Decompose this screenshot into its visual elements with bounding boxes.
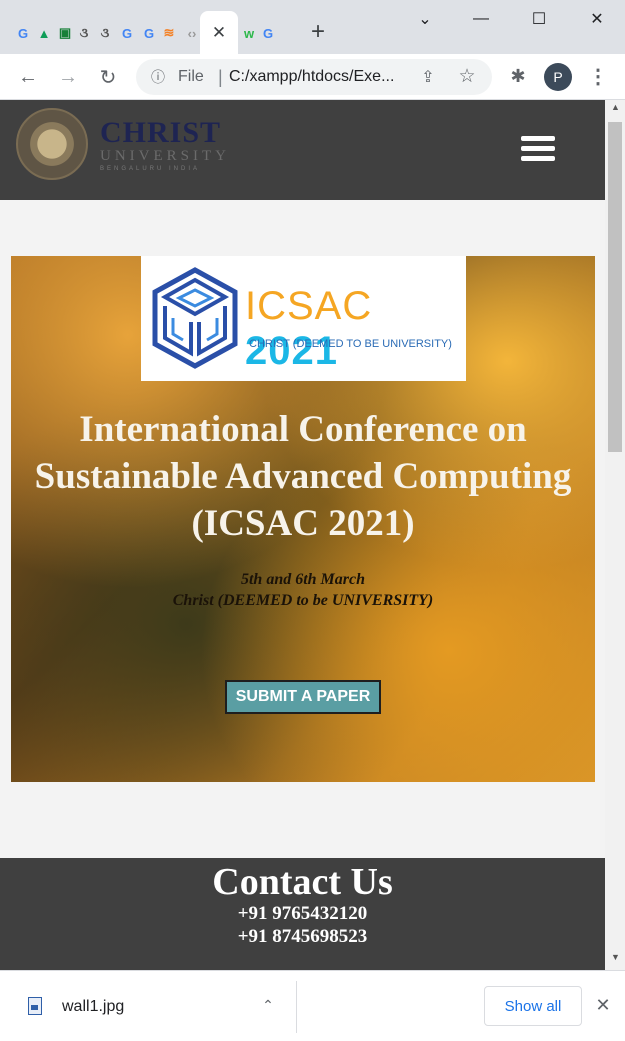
scroll-down-arrow-icon[interactable]: ▼ — [611, 952, 620, 962]
minimize-button[interactable]: — — [459, 4, 503, 34]
maximize-button[interactable]: ☐ — [517, 4, 561, 34]
logo-name: CHRIST — [100, 116, 222, 149]
venue-text: Christ (DEEMED to be UNIVERSITY) — [172, 592, 434, 609]
browser-tab[interactable]: ૩ — [94, 20, 116, 46]
icsac-logo-subtitle: CHRIST (DEEMED TO BE UNIVERSITY) — [249, 338, 452, 350]
browser-tab[interactable]: ≋ — [158, 20, 180, 46]
google-icon: G — [121, 25, 133, 41]
back-button[interactable]: ← — [14, 63, 42, 91]
url-text[interactable]: C:/xampp/htdocs/Exe... — [229, 68, 409, 86]
download-file-name[interactable]: wall1.jpg — [62, 998, 124, 1016]
page-viewport: CHRIST UNIVERSITY BENGALURU INDIA ICSAC … — [0, 100, 625, 970]
active-tab[interactable]: ✕ — [200, 11, 238, 54]
date-text: 5th and 6th March — [240, 571, 366, 588]
address-bar[interactable]: ⓘ File | C:/xampp/htdocs/Exe... ⇪ ☆ — [136, 59, 492, 95]
conference-title: International Conference on Sustainable … — [34, 409, 572, 544]
image-file-icon — [28, 997, 42, 1015]
browser-tab[interactable]: ૩ — [73, 20, 95, 46]
url-scheme-label: File — [178, 68, 204, 85]
scroll-up-arrow-icon[interactable]: ▲ — [611, 102, 620, 112]
contact-phone-2[interactable]: +91 8745698523 — [0, 925, 605, 948]
wave-icon: w — [243, 25, 255, 41]
forward-button[interactable]: → — [54, 63, 82, 91]
share-icon[interactable]: ⇪ — [418, 67, 438, 87]
download-bar: wall1.jpg ⌃ Show all ✕ — [0, 970, 625, 1041]
cube-logo-icon — [152, 267, 238, 369]
browser-tab[interactable]: G — [138, 20, 160, 46]
browser-tab[interactable]: ▲ — [33, 20, 55, 46]
chevron-up-icon[interactable]: ⌃ — [259, 995, 277, 1015]
drive-icon: ▲ — [37, 25, 51, 41]
stackoverflow-icon: ≋ — [163, 25, 175, 40]
icsac-logo-title: ICSAC 2021 — [245, 284, 373, 373]
close-icon[interactable]: ✕ — [212, 23, 226, 43]
tab-strip: G ▲ ▣ ૩ ૩ G G ≋ ‹› ✕ wG + ⌄ — ☐ ✕ — [0, 0, 625, 54]
google-icon: G — [262, 25, 274, 41]
copilot-icon: ૩ — [100, 25, 110, 40]
close-window-button[interactable]: ✕ — [575, 4, 619, 34]
submit-paper-button[interactable]: SUBMIT A PAPER — [225, 680, 381, 714]
copilot-icon: ૩ — [79, 25, 89, 40]
google-icon: G — [17, 25, 29, 41]
scroll-thumb[interactable] — [608, 122, 622, 452]
reload-button[interactable]: ↻ — [94, 63, 122, 91]
contact-phone-1[interactable]: +91 9765432120 — [0, 902, 605, 925]
tab-search-icon[interactable]: ⌄ — [403, 4, 447, 34]
christ-university-logo[interactable]: CHRIST UNIVERSITY BENGALURU INDIA — [16, 108, 246, 180]
hamburger-menu-icon[interactable] — [521, 136, 555, 162]
profile-avatar[interactable]: P — [544, 63, 572, 91]
browser-tab[interactable]: G — [116, 20, 138, 46]
icsac-logo: ICSAC 2021 CHRIST (DEEMED TO BE UNIVERSI… — [141, 256, 466, 381]
code-icon: ‹› — [187, 25, 197, 41]
google-icon: G — [143, 25, 155, 41]
browser-toolbar: ← → ↻ ⓘ File | C:/xampp/htdocs/Exe... ⇪ … — [0, 54, 625, 100]
contact-section: Contact Us +91 9765432120 +91 8745698523 — [0, 858, 605, 970]
logo-sub: UNIVERSITY — [100, 148, 230, 164]
browser-tab[interactable]: G — [257, 20, 279, 46]
contact-title: Contact Us — [212, 861, 393, 903]
bookmark-star-icon[interactable]: ☆ — [456, 65, 478, 87]
classroom-icon: ▣ — [58, 25, 72, 40]
browser-window: G ▲ ▣ ૩ ૩ G G ≋ ‹› ✕ wG + ⌄ — ☐ ✕ ← → ↻ ⓘ File |… — [0, 0, 625, 1041]
site-navbar: CHRIST UNIVERSITY BENGALURU INDIA — [0, 100, 605, 200]
info-icon[interactable]: ⓘ — [148, 67, 168, 87]
new-tab-button[interactable]: + — [306, 18, 330, 45]
download-divider — [296, 981, 297, 1033]
extensions-puzzle-icon[interactable]: ✱ — [506, 64, 530, 88]
university-seal-icon — [16, 108, 88, 180]
browser-tab[interactable]: G — [12, 20, 34, 46]
browser-menu-icon[interactable]: ⋮ — [588, 64, 608, 88]
url-separator: | — [218, 67, 223, 87]
hero-banner: ICSAC 2021 CHRIST (DEEMED TO BE UNIVERSI… — [11, 256, 595, 782]
conference-date: 5th and 6th March Christ (DEEMED to be U… — [11, 569, 595, 611]
vertical-scrollbar[interactable]: ▲ ▼ — [605, 100, 625, 970]
logo-city: BENGALURU INDIA — [100, 166, 201, 172]
show-all-button[interactable]: Show all — [484, 986, 582, 1026]
close-download-bar-icon[interactable]: ✕ — [593, 995, 613, 1015]
